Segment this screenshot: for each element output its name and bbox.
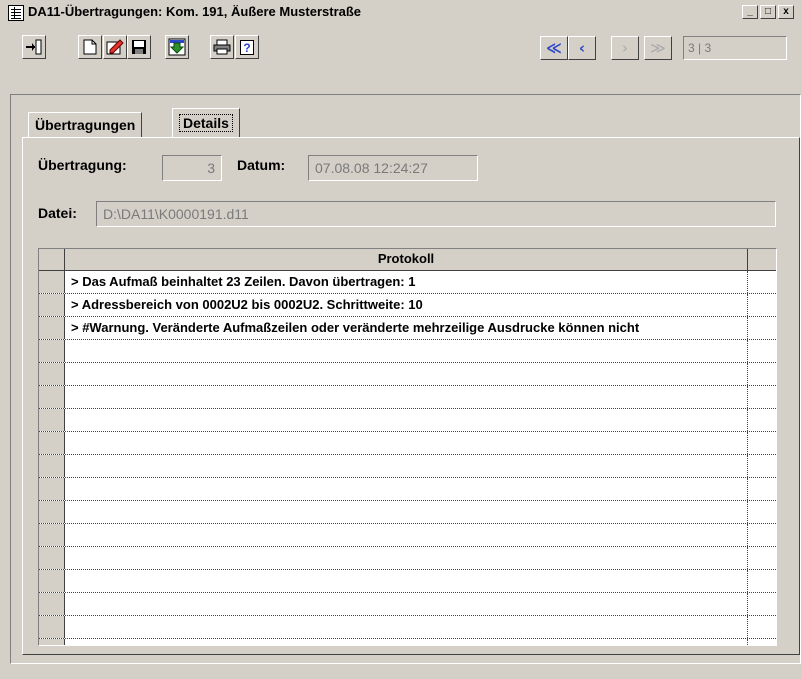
datum-label: Datum: bbox=[237, 157, 286, 173]
row-selector[interactable] bbox=[39, 432, 65, 454]
table-row[interactable] bbox=[39, 340, 776, 363]
table-row[interactable] bbox=[39, 455, 776, 478]
new-document-icon bbox=[83, 39, 97, 55]
last-record-icon: ≫ bbox=[650, 39, 666, 57]
table-row[interactable] bbox=[39, 478, 776, 501]
uebertragung-label: Übertragung: bbox=[38, 157, 127, 173]
row-selector[interactable] bbox=[39, 547, 65, 569]
protokoll-column-header[interactable]: Protokoll bbox=[65, 249, 748, 270]
toolbar: ? ≪ ‹ › ≫ 3 | 3 bbox=[0, 26, 802, 70]
table-row[interactable] bbox=[39, 363, 776, 386]
table-row[interactable] bbox=[39, 547, 776, 570]
row-selector[interactable] bbox=[39, 363, 65, 385]
row-selector[interactable] bbox=[39, 501, 65, 523]
datei-label: Datei: bbox=[38, 205, 77, 221]
protokoll-cell bbox=[71, 432, 748, 454]
table-row[interactable]: > #Warnung. Veränderte Aufmaßzeilen oder… bbox=[39, 317, 776, 340]
save-button[interactable] bbox=[127, 35, 151, 59]
row-selector[interactable] bbox=[39, 340, 65, 362]
print-button[interactable] bbox=[210, 35, 234, 59]
help-icon: ? bbox=[240, 39, 254, 55]
protokoll-cell bbox=[71, 363, 748, 385]
previous-record-icon: ‹ bbox=[578, 39, 586, 57]
protokoll-cell bbox=[71, 593, 748, 615]
row-selector[interactable] bbox=[39, 409, 65, 431]
row-selector[interactable] bbox=[39, 294, 65, 316]
maximize-button[interactable]: □ bbox=[760, 5, 776, 19]
edit-button[interactable] bbox=[103, 35, 127, 59]
protokoll-cell bbox=[71, 570, 748, 592]
table-row[interactable] bbox=[39, 501, 776, 524]
tab-uebertragungen-label: Übertragungen bbox=[35, 117, 136, 133]
row-selector[interactable] bbox=[39, 271, 65, 293]
table-row[interactable] bbox=[39, 593, 776, 616]
row-selector[interactable] bbox=[39, 570, 65, 592]
protokoll-cell: > Das Aufmaß beinhaltet 23 Zeilen. Davon… bbox=[71, 271, 748, 293]
protokoll-cell bbox=[71, 340, 748, 362]
table-row[interactable] bbox=[39, 524, 776, 547]
uebertragung-field[interactable]: 3 bbox=[162, 155, 222, 181]
table-row[interactable] bbox=[39, 570, 776, 593]
table-row[interactable] bbox=[39, 432, 776, 455]
datei-field[interactable]: D:\DA11\K0000191.d11 bbox=[96, 201, 776, 227]
close-button[interactable]: x bbox=[778, 5, 794, 19]
protokoll-cell bbox=[71, 616, 748, 638]
next-record-icon: › bbox=[622, 39, 628, 57]
last-record-button[interactable]: ≫ bbox=[644, 36, 672, 60]
import-button[interactable] bbox=[165, 35, 189, 59]
tab-uebertragungen[interactable]: Übertragungen bbox=[28, 112, 143, 138]
tab-details[interactable]: Details bbox=[172, 108, 240, 138]
datum-field[interactable]: 07.08.08 12:24:27 bbox=[308, 155, 478, 181]
help-button[interactable]: ? bbox=[235, 35, 259, 59]
row-selector[interactable] bbox=[39, 478, 65, 500]
table-row[interactable] bbox=[39, 616, 776, 639]
next-record-button[interactable]: › bbox=[611, 36, 639, 60]
protokoll-cell: > Adressbereich von 0002U2 bis 0002U2. S… bbox=[71, 294, 748, 316]
protokoll-cell bbox=[71, 478, 748, 500]
title-bar: DA11-Übertragungen: Kom. 191, Äußere Mus… bbox=[0, 0, 802, 26]
protokoll-grid: Protokoll > Das Aufmaß beinhaltet 23 Zei… bbox=[38, 248, 777, 646]
row-selector[interactable] bbox=[39, 386, 65, 408]
exit-icon bbox=[26, 39, 42, 55]
previous-record-button[interactable]: ‹ bbox=[568, 36, 596, 60]
row-selector[interactable] bbox=[39, 639, 65, 645]
exit-button[interactable] bbox=[22, 35, 46, 59]
window-title: DA11-Übertragungen: Kom. 191, Äußere Mus… bbox=[28, 4, 362, 19]
minimize-button[interactable]: _ bbox=[742, 5, 758, 19]
row-selector[interactable] bbox=[39, 616, 65, 638]
record-indicator: 3 | 3 bbox=[683, 36, 787, 60]
table-row[interactable]: > Adressbereich von 0002U2 bis 0002U2. S… bbox=[39, 294, 776, 317]
grid-corner bbox=[39, 249, 65, 270]
row-selector[interactable] bbox=[39, 524, 65, 546]
row-selector[interactable] bbox=[39, 317, 65, 339]
save-disk-icon bbox=[132, 40, 146, 54]
first-record-icon: ≪ bbox=[546, 39, 562, 57]
import-icon bbox=[168, 38, 186, 56]
edit-document-icon bbox=[106, 39, 124, 55]
table-row[interactable] bbox=[39, 639, 776, 645]
table-row[interactable] bbox=[39, 409, 776, 432]
grid-header: Protokoll bbox=[39, 249, 776, 271]
protokoll-cell bbox=[71, 501, 748, 523]
protokoll-cell bbox=[71, 386, 748, 408]
row-selector[interactable] bbox=[39, 593, 65, 615]
protokoll-cell: > #Warnung. Veränderte Aufmaßzeilen oder… bbox=[71, 317, 748, 339]
window-app-icon bbox=[8, 5, 24, 21]
protokoll-cell bbox=[71, 409, 748, 431]
protokoll-cell bbox=[71, 547, 748, 569]
tab-details-label: Details bbox=[179, 114, 233, 132]
protokoll-cell bbox=[71, 524, 748, 546]
new-button[interactable] bbox=[78, 35, 102, 59]
application-window: DA11-Übertragungen: Kom. 191, Äußere Mus… bbox=[0, 0, 802, 679]
print-icon bbox=[213, 39, 231, 55]
protokoll-cell bbox=[71, 639, 748, 645]
protokoll-cell bbox=[71, 455, 748, 477]
table-row[interactable]: > Das Aufmaß beinhaltet 23 Zeilen. Davon… bbox=[39, 271, 776, 294]
row-selector[interactable] bbox=[39, 455, 65, 477]
first-record-button[interactable]: ≪ bbox=[540, 36, 568, 60]
table-row[interactable] bbox=[39, 386, 776, 409]
